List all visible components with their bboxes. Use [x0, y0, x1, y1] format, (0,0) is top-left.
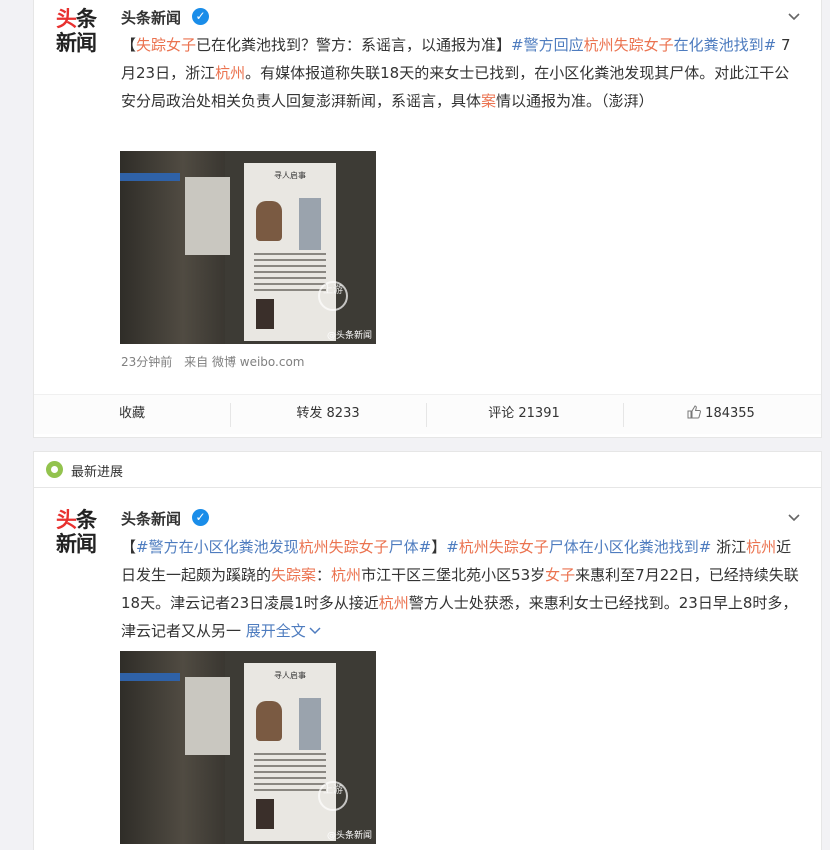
post-time[interactable]: 23分钟前 — [121, 355, 172, 369]
chevron-down-icon[interactable] — [787, 10, 801, 24]
expand-label: 展开全文 — [245, 622, 306, 640]
keyword-link[interactable]: 女子 — [545, 566, 575, 584]
keyword-link[interactable]: 案 — [481, 92, 496, 110]
source-prefix: 来自 — [184, 355, 209, 369]
keyword-link[interactable]: 杭州 — [215, 64, 245, 82]
post-text: 【#警方在小区化粪池发现杭州失踪女子尸体#】#杭州失踪女子尸体在小区化粪池找到#… — [121, 533, 801, 645]
keyword-link[interactable]: 失踪案 — [271, 566, 316, 584]
favorite-button[interactable]: 收藏 — [34, 395, 230, 435]
post-image[interactable]: 寻人启事 上游 @头条新闻 — [120, 151, 376, 344]
text-segment: 【 — [121, 36, 137, 54]
post-meta: 23分钟前 来自 微博 weibo.com — [121, 353, 305, 370]
keyword-link[interactable]: 杭州失踪女子 — [299, 538, 389, 556]
post-text: 【失踪女子已在化粪池找到？警方：系谣言，以通报为准】#警方回应杭州失踪女子在化粪… — [121, 31, 801, 115]
progress-pin-icon — [46, 461, 63, 478]
text-segment: 】 — [431, 538, 447, 556]
avatar-text: 新闻 — [56, 31, 97, 55]
watermark-seal: 上游 — [318, 281, 348, 311]
author-name[interactable]: 头条新闻 — [121, 508, 181, 529]
keyword-link[interactable]: 杭州 — [331, 566, 361, 584]
avatar-text: 新闻 — [56, 532, 97, 556]
text-segment: ： — [316, 566, 332, 584]
text-segment: 【 — [121, 538, 137, 556]
keyword-link[interactable]: 杭州 — [379, 594, 409, 612]
keyword-link[interactable]: 失踪女子 — [136, 36, 196, 54]
chevron-down-icon[interactable] — [787, 511, 801, 525]
author-name[interactable]: 头条新闻 — [121, 7, 181, 28]
hashtag-link[interactable]: #警方在小区化粪池发现 — [136, 538, 299, 556]
latest-progress-bar: 最新进展 — [33, 451, 822, 488]
avatar-text: 头 — [56, 7, 77, 31]
text-segment: 已在化粪池找到？警方：系谣言，以通报为准】 — [196, 36, 512, 54]
hashtag-link[interactable]: 在化粪池找到# — [674, 36, 777, 54]
verified-icon: ✓ — [192, 8, 209, 25]
post-image[interactable]: 寻人启事 上游 @头条新闻 — [120, 651, 376, 844]
avatar-text: 条 — [76, 508, 97, 532]
hashtag-link[interactable]: 尸体# — [389, 538, 432, 556]
hashtag-link[interactable]: # — [446, 538, 459, 556]
comment-button[interactable]: 评论 21391 — [426, 395, 622, 435]
expand-full-text-link[interactable]: 展开全文 — [246, 622, 321, 640]
text-segment: 浙江 — [711, 538, 747, 556]
like-count: 184355 — [705, 406, 755, 421]
like-button[interactable]: 184355 — [623, 395, 819, 435]
feed-card-2: 头条 新闻 头条新闻 ✓ 【#警方在小区化粪池发现杭州失踪女子尸体#】#杭州失踪… — [33, 488, 822, 850]
thumb-up-icon — [687, 405, 702, 419]
text-segment: 情以通报为准。（澎湃） — [496, 92, 654, 110]
avatar[interactable]: 头条 新闻 — [54, 5, 106, 57]
avatar-text: 条 — [76, 7, 97, 31]
post-source[interactable]: 微博 weibo.com — [212, 355, 305, 369]
avatar-text: 头 — [56, 508, 77, 532]
poster-title: 寻人启事 — [274, 671, 306, 680]
keyword-link[interactable]: 杭州失踪女子 — [459, 538, 549, 556]
verified-icon: ✓ — [192, 509, 209, 526]
repost-button[interactable]: 转发 8233 — [230, 395, 426, 435]
keyword-link[interactable]: 杭州 — [746, 538, 776, 556]
action-bar: 收藏 转发 8233 评论 21391 184355 — [34, 394, 821, 434]
poster-title: 寻人启事 — [274, 171, 306, 180]
progress-label: 最新进展 — [71, 465, 124, 480]
image-watermark: @头条新闻 — [326, 331, 372, 341]
hashtag-link[interactable]: #警方回应 — [511, 36, 584, 54]
hashtag-link[interactable]: 尸体在小区化粪池找到# — [549, 538, 712, 556]
chevron-down-icon — [309, 627, 321, 635]
watermark-seal: 上游 — [318, 781, 348, 811]
avatar[interactable]: 头条 新闻 — [54, 506, 106, 558]
feed-card-1: 头条 新闻 头条新闻 ✓ 【失踪女子已在化粪池找到？警方：系谣言，以通报为准】#… — [33, 0, 822, 438]
keyword-link[interactable]: 杭州失踪女子 — [584, 36, 674, 54]
image-watermark: @头条新闻 — [326, 831, 372, 841]
text-segment: 市江干区三堡北苑小区53岁 — [361, 566, 546, 584]
